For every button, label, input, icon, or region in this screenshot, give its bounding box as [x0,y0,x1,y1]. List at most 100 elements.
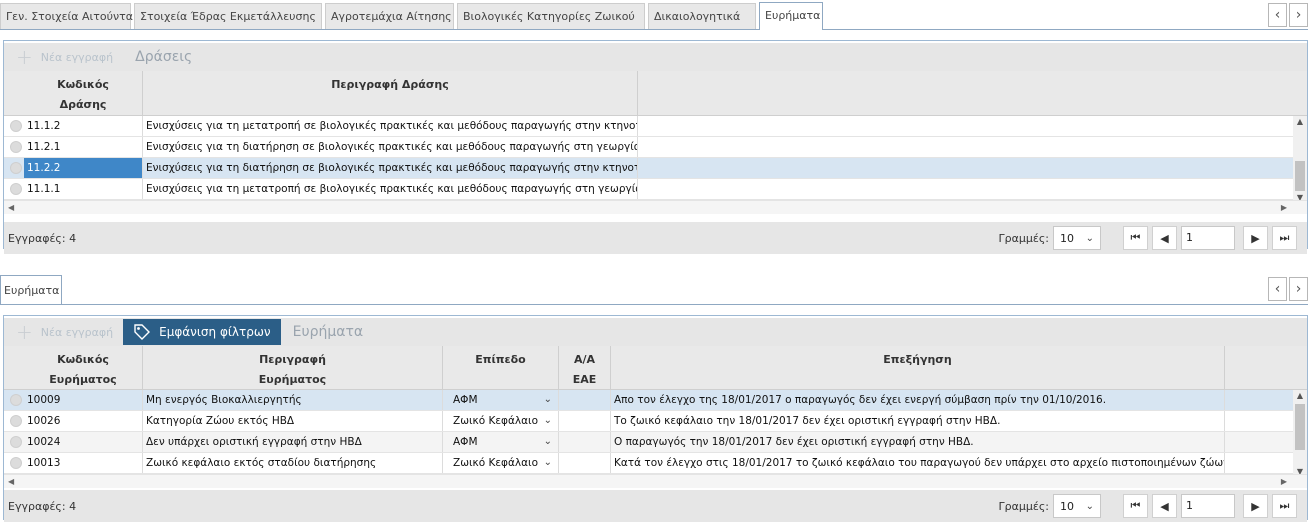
actions-panel: + Νέα εγγραφή Δράσεις Κωδικός Δράσης Περ… [3,40,1308,254]
page-number-input[interactable]: 1 [1181,494,1235,518]
row-selector[interactable] [4,411,24,431]
table-row-selected[interactable]: 10009 Μη ενεργός Βιοκαλλιεργητής ΑΦΜ ⌄ Απ… [4,390,1307,411]
table-row[interactable]: 11.1.2 Ενισχύσεις για τη μετατροπή σε βι… [4,116,1307,137]
scroll-thumb[interactable] [1295,161,1305,191]
findings-footer: Εγγραφές: 4 Γραμμές: 10 ⌄ ⏮ ◀ 1 ▶ ⏭ [4,490,1307,522]
header-explanation[interactable]: Επεξήγηση [611,346,1225,389]
cell-desc: Ενισχύσεις για τη μετατροπή σε βιολογικέ… [143,179,638,199]
level-dropdown[interactable]: Ζωικό Κεφάλαιο ⌄ [443,411,559,431]
header-finding-code[interactable]: Κωδικός Ευρήματος [24,346,143,389]
actions-grid-header: Κωδικός Δράσης Περιγραφή Δράσης [4,71,1307,116]
first-page-button[interactable]: ⏮ [1123,494,1148,518]
tabs-prev-button[interactable]: ‹ [1268,3,1287,27]
actions-vertical-scrollbar[interactable]: ▲ ▼ [1293,116,1307,204]
level-dropdown[interactable]: Ζωικό Κεφάλαιο ⌄ [443,453,559,473]
cell-code: 10013 [24,453,143,473]
cell-explanation: Κατά τον έλεγχο στις 18/01/2017 το ζωικό… [611,453,1225,473]
table-row[interactable]: 10013 Ζωικό κεφάλαιο εκτός σταδίου διατή… [4,453,1307,474]
cell-code: 11.1.1 [24,179,143,199]
tabs-next-button[interactable]: › [1289,3,1308,27]
scroll-up-icon[interactable]: ▲ [1293,116,1307,128]
cell-code: 10026 [24,411,143,431]
cell-desc: Ενισχύσεις για τη διατήρηση σε βιολογικέ… [143,137,638,157]
table-row[interactable]: 10026 Κατηγορία Ζώου εκτός ΗΒΔ Ζωικό Κεφ… [4,411,1307,432]
scroll-thumb[interactable] [1295,404,1305,450]
record-count: Εγγραφές: 4 [8,231,77,245]
cell-aa [559,390,611,410]
cell-aa [559,453,611,473]
next-page-button[interactable]: ▶ [1243,226,1268,250]
cell-code: 11.2.1 [24,137,143,157]
last-page-button[interactable]: ⏭ [1272,226,1297,250]
row-selector[interactable] [4,390,24,410]
row-selector[interactable] [4,137,24,157]
page-size-select[interactable]: 10 ⌄ [1053,226,1101,250]
scroll-left-icon[interactable]: ◀ [8,203,14,212]
radio-icon [9,141,22,153]
scroll-right-icon[interactable]: ▶ [1281,203,1287,212]
level-dropdown[interactable]: ΑΦΜ ⌄ [443,432,559,452]
header-line: Α/Α [573,353,596,366]
row-selector[interactable] [4,179,24,199]
page-number-input[interactable]: 1 [1181,226,1235,250]
scroll-right-icon[interactable]: ▶ [1281,477,1287,486]
findings-new-record-button[interactable]: + Νέα εγγραφή [16,322,113,342]
first-page-button[interactable]: ⏮ [1123,226,1148,250]
row-selector[interactable] [4,116,24,136]
row-selector[interactable] [4,432,24,452]
last-page-icon: ⏭ [1279,231,1290,244]
header-finding-desc[interactable]: Περιγραφή Ευρήματος [143,346,443,389]
header-action-code[interactable]: Κωδικός Δράσης [24,71,143,115]
chevron-down-icon: ⌄ [543,457,552,468]
findings-vertical-scrollbar[interactable]: ▲ ▼ [1293,390,1307,478]
header-action-desc[interactable]: Περιγραφή Δράσης [143,71,638,115]
pager: Γραμμές: 10 ⌄ ⏮ ◀ 1 ▶ ⏭ [999,226,1297,250]
tab-findings-sub[interactable]: Ευρήματα [0,275,62,304]
actions-new-record-button[interactable]: + Νέα εγγραφή [16,47,113,67]
tab-holding-seat[interactable]: Στοιχεία Έδρας Εκμετάλλευσης [134,3,322,29]
table-row-selected[interactable]: 11.2.2 Ενισχύσεις για τη διατήρηση σε βι… [4,158,1307,179]
cell-desc: Ζωικό κεφάλαιο εκτός σταδίου διατήρησης [143,453,443,473]
level-value: Ζωικό Κεφάλαιο [453,457,539,469]
next-page-button[interactable]: ▶ [1243,494,1268,518]
radio-icon [9,183,22,195]
header-line: Κωδικός [57,78,109,91]
last-page-button[interactable]: ⏭ [1272,494,1297,518]
last-page-icon: ⏭ [1279,499,1290,512]
show-filters-button[interactable]: Εμφάνιση φίλτρων [123,319,281,345]
header-line: Επίπεδο [475,353,526,366]
tag-icon [134,324,151,340]
table-row[interactable]: 10024 Δεν υπάρχει οριστική εγγραφή στην … [4,432,1307,453]
table-row[interactable]: 11.2.1 Ενισχύσεις για τη διατήρηση σε βι… [4,137,1307,158]
show-filters-label: Εμφάνιση φίλτρων [159,325,271,339]
tab-documents[interactable]: Δικαιολογητικά [648,3,756,29]
level-dropdown[interactable]: ΑΦΜ ⌄ [443,390,559,410]
subtabs-prev-button[interactable]: ‹ [1268,277,1287,301]
actions-title: Δράσεις [135,49,193,65]
row-selector[interactable] [4,158,24,178]
plus-icon: + [16,320,33,344]
page-size-select[interactable]: 10 ⌄ [1053,494,1101,518]
tab-applicant-info[interactable]: Γεν. Στοιχεία Αιτούντα [0,3,133,29]
next-page-icon: ▶ [1251,499,1260,513]
tab-organic-livestock[interactable]: Βιολογικές Κατηγορίες Ζωικού [457,3,645,29]
prev-page-icon: ◀ [1160,231,1169,245]
header-aa-eae[interactable]: Α/Α ΕΑΕ [559,346,611,389]
row-selector[interactable] [4,453,24,473]
header-level[interactable]: Επίπεδο [443,346,559,389]
subtabs-next-button[interactable]: › [1289,277,1308,301]
prev-page-icon: ◀ [1160,499,1169,513]
scroll-up-icon[interactable]: ▲ [1293,390,1307,402]
header-line: Επεξήγηση [883,353,952,366]
scroll-left-icon[interactable]: ◀ [8,477,14,486]
radio-icon [9,162,22,174]
table-row[interactable]: 11.1.1 Ενισχύσεις για τη μετατροπή σε βι… [4,179,1307,200]
prev-page-button[interactable]: ◀ [1152,226,1177,250]
actions-horizontal-scrollbar[interactable]: ◀ ▶ [4,200,1307,214]
tab-parcels[interactable]: Αγροτεμάχια Αίτησης [325,3,454,29]
prev-page-button[interactable]: ◀ [1152,494,1177,518]
actions-grid: Κωδικός Δράσης Περιγραφή Δράσης 11.1.2 Ε… [4,71,1307,214]
findings-horizontal-scrollbar[interactable]: ◀ ▶ [4,474,1307,488]
tab-findings[interactable]: Ευρήματα [759,2,823,30]
lines-label: Γραμμές: [998,499,1049,513]
